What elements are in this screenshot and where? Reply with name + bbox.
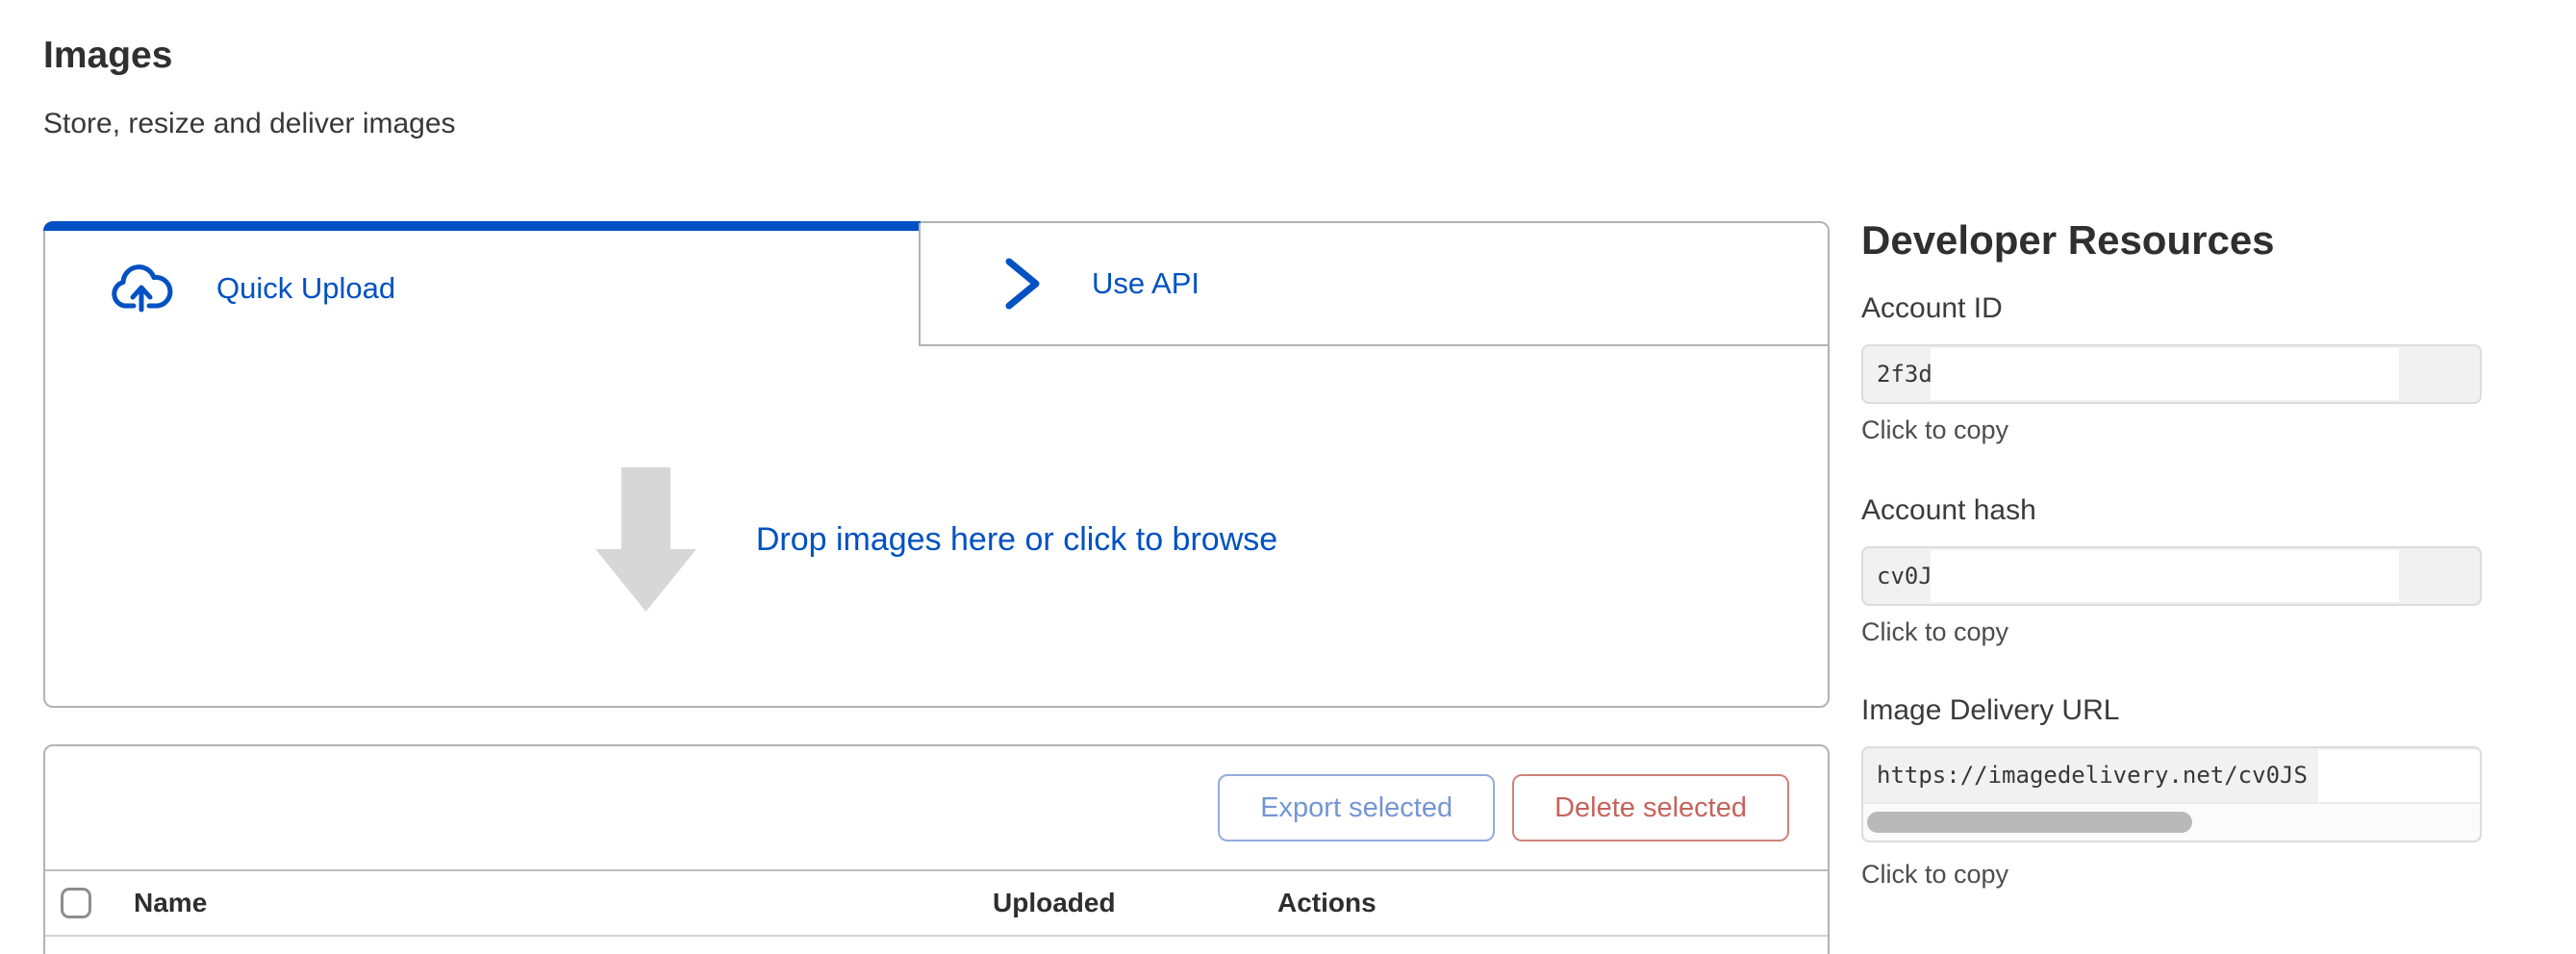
image-delivery-url-value: https://imagedelivery.net/cv0JS (1877, 762, 2308, 789)
arrow-down-icon (595, 467, 696, 612)
column-header-name: Name (134, 888, 207, 918)
account-hash-value: cv0J (1877, 563, 1932, 590)
tab-quick-upload-label: Quick Upload (216, 271, 395, 306)
account-hash-label: Account hash (1861, 494, 2036, 527)
images-table-card: Export selected Delete selected Name Upl… (43, 744, 1830, 954)
horizontal-scrollbar (1863, 802, 2480, 841)
table-header-row: Name Uploaded Actions (45, 871, 1828, 937)
dropzone-label: Drop images here or click to browse (756, 521, 1277, 559)
table-toolbar: Export selected Delete selected (45, 746, 1828, 871)
account-id-label: Account ID (1861, 292, 2003, 325)
tab-use-api[interactable]: Use API (919, 223, 1828, 346)
account-id-value: 2f3d (1877, 361, 1932, 388)
select-all-checkbox[interactable] (61, 888, 91, 918)
redaction-overlay (2318, 750, 2480, 802)
column-header-actions: Actions (1277, 888, 1376, 918)
account-hash-field[interactable]: cv0J (1861, 546, 2482, 606)
export-selected-button[interactable]: Export selected (1218, 774, 1495, 841)
page-title: Images (43, 35, 172, 77)
delete-selected-button[interactable]: Delete selected (1512, 774, 1789, 841)
chevron-right-icon (1001, 256, 1044, 312)
upload-card: Quick Upload Use API Drop images here or… (43, 221, 1830, 708)
account-id-field[interactable]: 2f3d (1861, 344, 2482, 404)
column-header-uploaded: Uploaded (993, 888, 1116, 918)
account-hash-copy-hint: Click to copy (1861, 617, 2008, 647)
account-id-copy-hint: Click to copy (1861, 415, 2008, 445)
redaction-overlay (1931, 550, 2399, 602)
redaction-overlay (1931, 348, 2399, 400)
developer-resources-heading: Developer Resources (1861, 217, 2275, 264)
tab-quick-upload[interactable]: Quick Upload (45, 231, 919, 346)
horizontal-scrollbar-thumb[interactable] (1867, 812, 2192, 833)
image-delivery-url-field[interactable]: https://imagedelivery.net/cv0JS (1861, 746, 2482, 842)
image-dropzone[interactable]: Drop images here or click to browse (45, 346, 1828, 706)
cloud-upload-icon (109, 264, 174, 314)
image-delivery-url-copy-hint: Click to copy (1861, 860, 2008, 890)
active-tab-indicator (43, 221, 921, 231)
image-delivery-url-label: Image Delivery URL (1861, 694, 2119, 727)
page-subtitle: Store, resize and deliver images (43, 108, 456, 140)
tab-use-api-label: Use API (1092, 266, 1200, 301)
